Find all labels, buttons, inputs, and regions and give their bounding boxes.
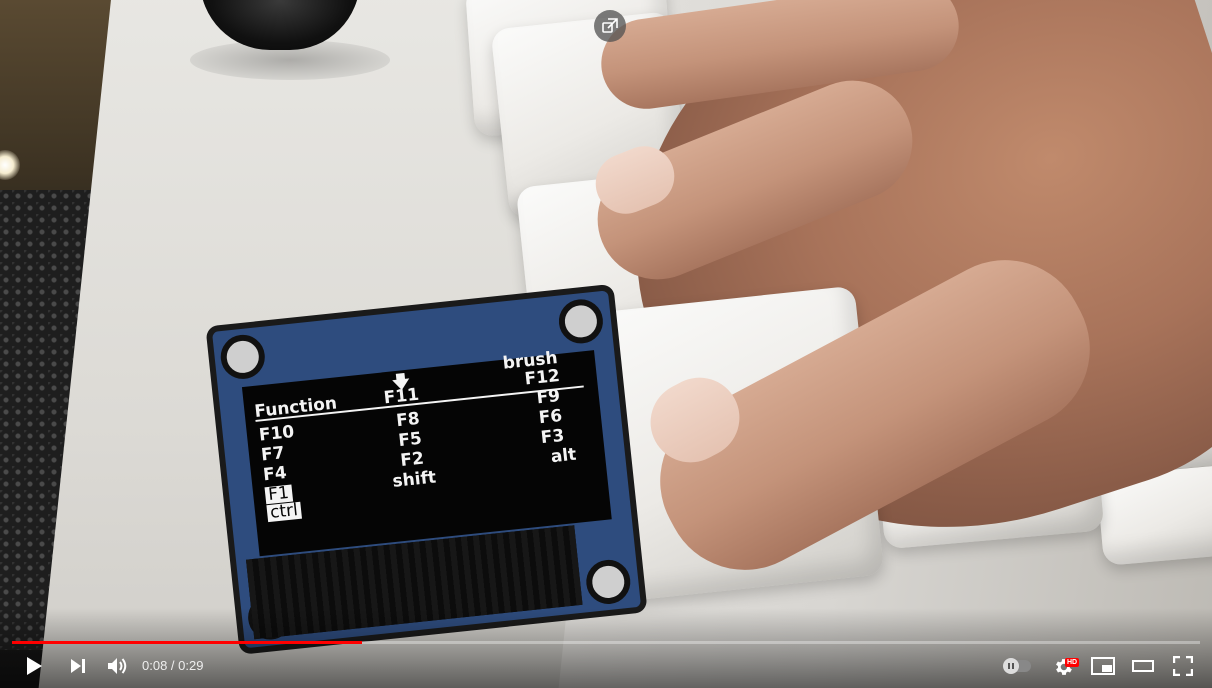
time-current: 0:08 [142, 658, 168, 673]
oled-module: Function F10 F7 F4 F1 ctrl 🡇 F11 F8 F5 F… [212, 290, 642, 649]
mounting-hole [584, 557, 633, 607]
progress-played [12, 641, 363, 644]
time-total: 0:29 [178, 658, 204, 673]
miniplayer-button[interactable] [1088, 648, 1118, 684]
miniplayer-icon [1091, 657, 1115, 675]
settings-button[interactable]: HD [1050, 648, 1080, 684]
volume-icon [108, 658, 127, 674]
fullscreen-icon [1173, 656, 1193, 676]
pause-icon [1003, 658, 1019, 674]
progress-bar[interactable] [12, 641, 1200, 644]
next-icon [71, 659, 85, 673]
autoplay-track [1003, 658, 1031, 674]
hd-badge: HD [1065, 658, 1080, 667]
oled-label: F6 [537, 405, 564, 429]
next-button[interactable] [64, 648, 92, 684]
autoplay-toggle[interactable] [1000, 648, 1036, 684]
oled-label: F11 [382, 384, 421, 409]
fullscreen-button[interactable] [1168, 648, 1198, 684]
oled-label: F10 [258, 422, 296, 446]
oled-label: F9 [535, 386, 562, 409]
mounting-hole [556, 297, 606, 346]
oled-label: F4 [262, 463, 288, 486]
play-button[interactable] [20, 648, 48, 684]
play-icon [27, 657, 42, 675]
share-icon [602, 18, 618, 33]
oled-label: F5 [397, 428, 423, 452]
oled-screen: Function F10 F7 F4 F1 ctrl 🡇 F11 F8 F5 F… [241, 348, 612, 557]
video-player[interactable]: Function F10 F7 F4 F1 ctrl 🡇 F11 F8 F5 F… [0, 0, 1212, 688]
theater-icon [1132, 660, 1154, 672]
oled-label: F7 [260, 443, 286, 466]
oled-label: shift [391, 467, 438, 492]
share-button[interactable] [594, 10, 626, 42]
theater-button[interactable] [1128, 648, 1158, 684]
time-display: 0:08 / 0:29 [142, 657, 203, 675]
volume-button[interactable] [104, 648, 132, 684]
video-frame[interactable]: Function F10 F7 F4 F1 ctrl 🡇 F11 F8 F5 F… [0, 0, 1212, 688]
oled-label-selected: ctrl [266, 500, 302, 523]
mounting-hole [218, 332, 267, 382]
oled-label: F3 [539, 425, 566, 449]
player-controls: 0:08 / 0:29 HD [0, 648, 1212, 684]
time-separator: / [167, 658, 179, 673]
oled-label: F2 [399, 448, 425, 471]
oled-label: alt [549, 444, 578, 468]
oled-label: F8 [395, 408, 421, 432]
